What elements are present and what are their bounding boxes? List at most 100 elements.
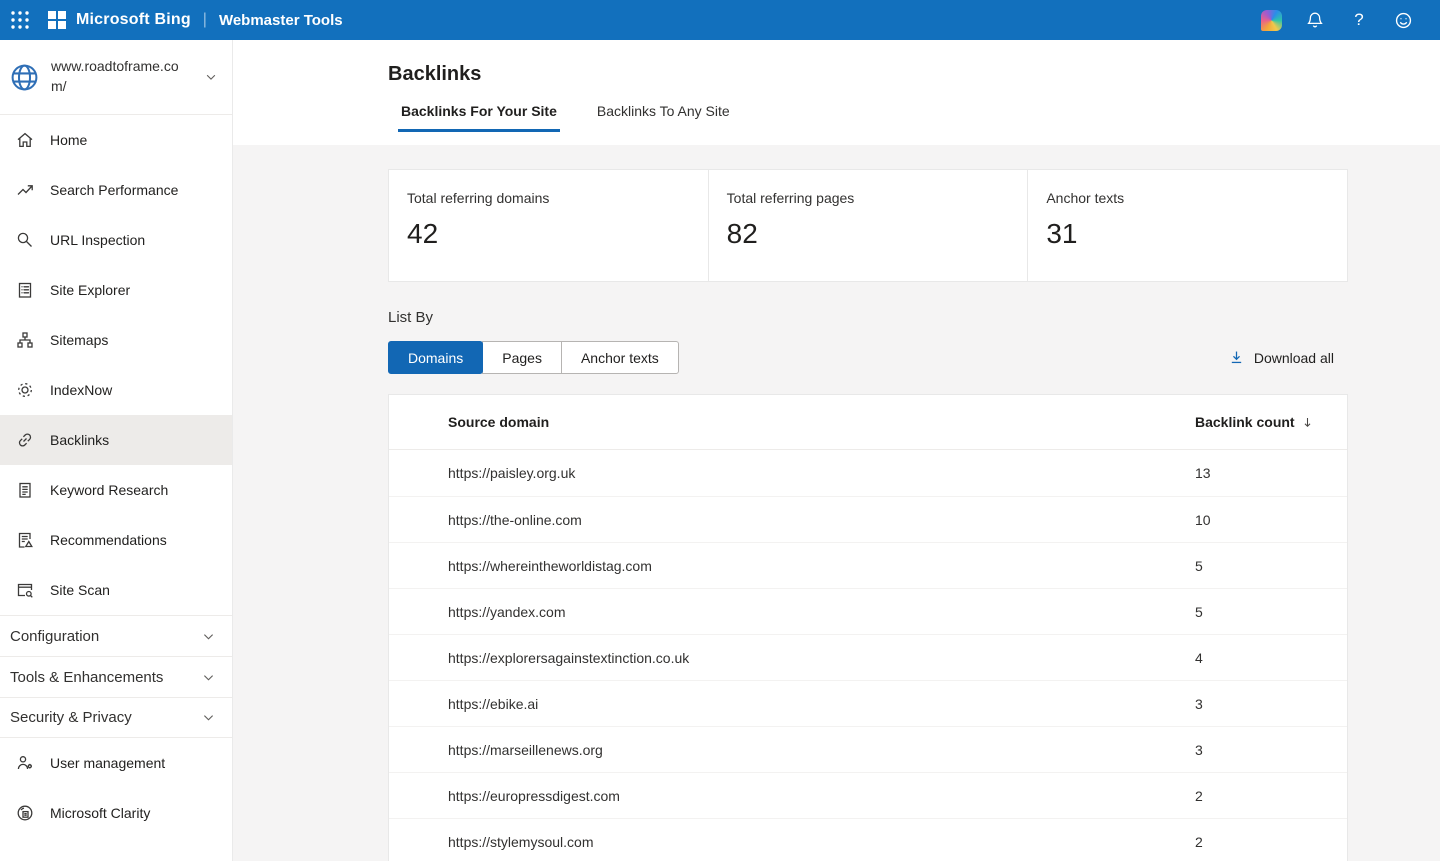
smiley-icon	[1393, 10, 1414, 31]
site-url: www.roadtoframe.com/	[51, 57, 191, 96]
chevron-down-icon	[204, 70, 218, 84]
sidebar-item-site-scan[interactable]: Site Scan	[0, 565, 232, 615]
sidebar-item-site-explorer[interactable]: Site Explorer	[0, 265, 232, 315]
document-alert-icon	[15, 530, 35, 550]
source-domain-cell: https://yandex.com	[389, 604, 1195, 620]
table-row[interactable]: https://the-online.com 10	[389, 496, 1347, 542]
hierarchy-icon	[15, 330, 35, 350]
controls-row: Domains Pages Anchor texts Download all	[388, 341, 1348, 374]
table-row[interactable]: https://ebike.ai 3	[389, 680, 1347, 726]
stat-value: 42	[407, 218, 690, 250]
sidebar-section-label: Tools & Enhancements	[10, 669, 163, 686]
sidebar-item-label: URL Inspection	[50, 232, 145, 248]
backlink-count-cell: 5	[1195, 558, 1347, 574]
backlink-count-cell: 4	[1195, 650, 1347, 666]
content: Total referring domains 42 Total referri…	[233, 145, 1440, 861]
person-gear-icon	[15, 753, 35, 773]
source-domain-cell: https://explorersagainstextinction.co.uk	[389, 650, 1195, 666]
sidebar-section-tools-enhancements[interactable]: Tools & Enhancements	[0, 656, 232, 697]
sidebar: www.roadtoframe.com/ Home Search Perform…	[0, 40, 233, 861]
copilot-icon	[1261, 10, 1282, 31]
list-by-label: List By	[388, 309, 1348, 326]
topbar-actions: ?	[1256, 5, 1440, 35]
chevron-down-icon	[201, 629, 216, 644]
sidebar-item-label: User management	[50, 755, 165, 771]
main-area: Backlinks Backlinks For Your Site Backli…	[233, 40, 1440, 861]
page-title: Backlinks	[388, 40, 1440, 86]
sidebar-item-label: Recommendations	[50, 532, 167, 548]
main-header: Backlinks Backlinks For Your Site Backli…	[233, 40, 1440, 145]
stat-card-anchor-texts: Anchor texts 31	[1027, 169, 1348, 282]
help-icon: ?	[1354, 10, 1363, 30]
segment-anchor-texts[interactable]: Anchor texts	[561, 341, 679, 374]
sidebar-item-home[interactable]: Home	[0, 115, 232, 165]
home-icon	[15, 130, 35, 150]
sidebar-item-label: Search Performance	[50, 182, 178, 198]
table-row[interactable]: https://marseillenews.org 3	[389, 726, 1347, 772]
table-row[interactable]: https://europressdigest.com 2	[389, 772, 1347, 818]
tab-backlinks-for-your-site[interactable]: Backlinks For Your Site	[398, 103, 560, 132]
column-header-backlink-count[interactable]: Backlink count	[1195, 414, 1347, 430]
stats-row: Total referring domains 42 Total referri…	[388, 169, 1348, 282]
magnifier-icon	[15, 230, 35, 250]
brand-name: Microsoft Bing	[76, 11, 191, 29]
backlink-count-cell: 10	[1195, 512, 1347, 528]
notifications-button[interactable]	[1300, 5, 1330, 35]
backlink-count-cell: 3	[1195, 742, 1347, 758]
help-button[interactable]: ?	[1344, 5, 1374, 35]
gear-icon	[15, 380, 35, 400]
sidebar-item-indexnow[interactable]: IndexNow	[0, 365, 232, 415]
source-domain-cell: https://marseillenews.org	[389, 742, 1195, 758]
stat-label: Total referring pages	[727, 190, 1010, 206]
bing-home-link[interactable]: Microsoft Bing | Webmaster Tools	[48, 11, 343, 29]
source-domain-cell: https://ebike.ai	[389, 696, 1195, 712]
table-row[interactable]: https://explorersagainstextinction.co.uk…	[389, 634, 1347, 680]
feedback-button[interactable]	[1388, 5, 1418, 35]
brand-separator: |	[203, 11, 207, 29]
document-lines-icon	[15, 480, 35, 500]
backlink-count-cell: 2	[1195, 788, 1347, 804]
clarity-icon	[15, 803, 35, 823]
table-row[interactable]: https://yandex.com 5	[389, 588, 1347, 634]
download-icon	[1228, 349, 1245, 366]
table-row[interactable]: https://stylemysoul.com 2	[389, 818, 1347, 861]
sidebar-item-sitemaps[interactable]: Sitemaps	[0, 315, 232, 365]
sidebar-item-label: IndexNow	[50, 382, 112, 398]
sidebar-section-security-privacy[interactable]: Security & Privacy	[0, 697, 232, 738]
app-launcher-waffle-icon[interactable]	[0, 0, 40, 40]
chevron-down-icon	[201, 670, 216, 685]
sidebar-item-backlinks[interactable]: Backlinks	[0, 415, 232, 465]
copilot-button[interactable]	[1256, 5, 1286, 35]
sidebar-item-label: Keyword Research	[50, 482, 168, 498]
chevron-down-icon	[201, 710, 216, 725]
stat-value: 31	[1046, 218, 1329, 250]
table-row[interactable]: https://whereintheworldistag.com 5	[389, 542, 1347, 588]
sidebar-item-microsoft-clarity[interactable]: Microsoft Clarity	[0, 788, 232, 838]
sidebar-item-label: Home	[50, 132, 87, 148]
download-all-button[interactable]: Download all	[1228, 349, 1348, 366]
backlink-count-cell: 5	[1195, 604, 1347, 620]
sidebar-item-user-management[interactable]: User management	[0, 738, 232, 788]
list-by-segmented-control: Domains Pages Anchor texts	[388, 341, 679, 374]
sidebar-section-label: Security & Privacy	[10, 709, 132, 726]
sidebar-item-recommendations[interactable]: Recommendations	[0, 515, 232, 565]
tab-backlinks-to-any-site[interactable]: Backlinks To Any Site	[594, 103, 733, 132]
sidebar-item-url-inspection[interactable]: URL Inspection	[0, 215, 232, 265]
source-domain-cell: https://stylemysoul.com	[389, 834, 1195, 850]
stat-label: Total referring domains	[407, 190, 690, 206]
document-list-icon	[15, 280, 35, 300]
backlink-count-cell: 2	[1195, 834, 1347, 850]
table-row[interactable]: https://paisley.org.uk 13	[389, 450, 1347, 496]
segment-pages[interactable]: Pages	[482, 341, 562, 374]
sidebar-item-search-performance[interactable]: Search Performance	[0, 165, 232, 215]
globe-icon	[10, 63, 39, 92]
backlink-count-cell: 13	[1195, 465, 1347, 481]
sidebar-section-configuration[interactable]: Configuration	[0, 615, 232, 656]
backlink-count-cell: 3	[1195, 696, 1347, 712]
stat-card-referring-pages: Total referring pages 82	[708, 169, 1029, 282]
trending-up-icon	[15, 180, 35, 200]
segment-domains[interactable]: Domains	[388, 341, 483, 374]
site-selector-dropdown[interactable]: www.roadtoframe.com/	[0, 40, 232, 115]
sidebar-section-label: Configuration	[10, 628, 99, 645]
sidebar-item-keyword-research[interactable]: Keyword Research	[0, 465, 232, 515]
